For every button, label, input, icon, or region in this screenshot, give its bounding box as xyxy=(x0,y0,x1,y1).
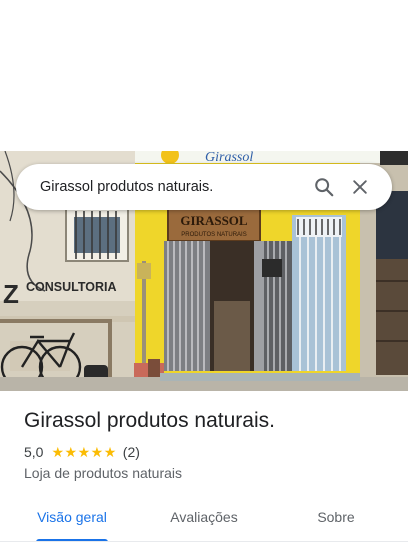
search-input[interactable]: Girassol produtos naturais. xyxy=(40,179,306,195)
tab-overview[interactable]: Visão geral xyxy=(0,492,144,542)
place-title: Girassol produtos naturais. xyxy=(24,409,275,432)
place-category[interactable]: Loja de produtos naturais xyxy=(24,465,182,481)
tab-label: Sobre xyxy=(317,509,355,525)
star-icon: ★ xyxy=(77,444,91,460)
svg-text:Z: Z xyxy=(3,279,19,309)
star-icon: ★ xyxy=(51,444,65,460)
tab-about[interactable]: Sobre xyxy=(264,492,408,542)
star-icon: ★ xyxy=(64,444,78,460)
search-bar[interactable]: Girassol produtos naturais. xyxy=(16,164,392,210)
map-empty-area xyxy=(0,0,408,151)
star-rating: ★ ★ ★ ★ ★ xyxy=(51,445,116,459)
star-icon: ★ xyxy=(90,444,104,460)
rating-value: 5,0 xyxy=(24,444,44,460)
place-info-panel: Girassol produtos naturais. 5,0 ★ ★ ★ ★ ★ (2… xyxy=(0,391,408,542)
svg-text:PRODUTOS NATURAIS: PRODUTOS NATURAIS xyxy=(181,232,246,238)
tab-reviews[interactable]: Avaliações xyxy=(144,492,264,542)
rating-row[interactable]: 5,0 ★ ★ ★ ★ ★ (2) xyxy=(24,444,140,460)
tab-label: Avaliações xyxy=(170,509,238,525)
search-icon[interactable] xyxy=(306,169,342,205)
place-tabs: Visão geral Avaliações Sobre xyxy=(0,492,408,542)
tab-label: Visão geral xyxy=(37,509,107,525)
svg-text:Girassol: Girassol xyxy=(205,151,253,165)
star-icon: ★ xyxy=(103,444,117,460)
svg-text:GIRASSOL: GIRASSOL xyxy=(180,213,248,228)
svg-text:CONSULTORIA: CONSULTORIA xyxy=(26,280,117,294)
close-icon[interactable] xyxy=(342,169,378,205)
review-count-link[interactable]: (2) xyxy=(123,444,140,460)
